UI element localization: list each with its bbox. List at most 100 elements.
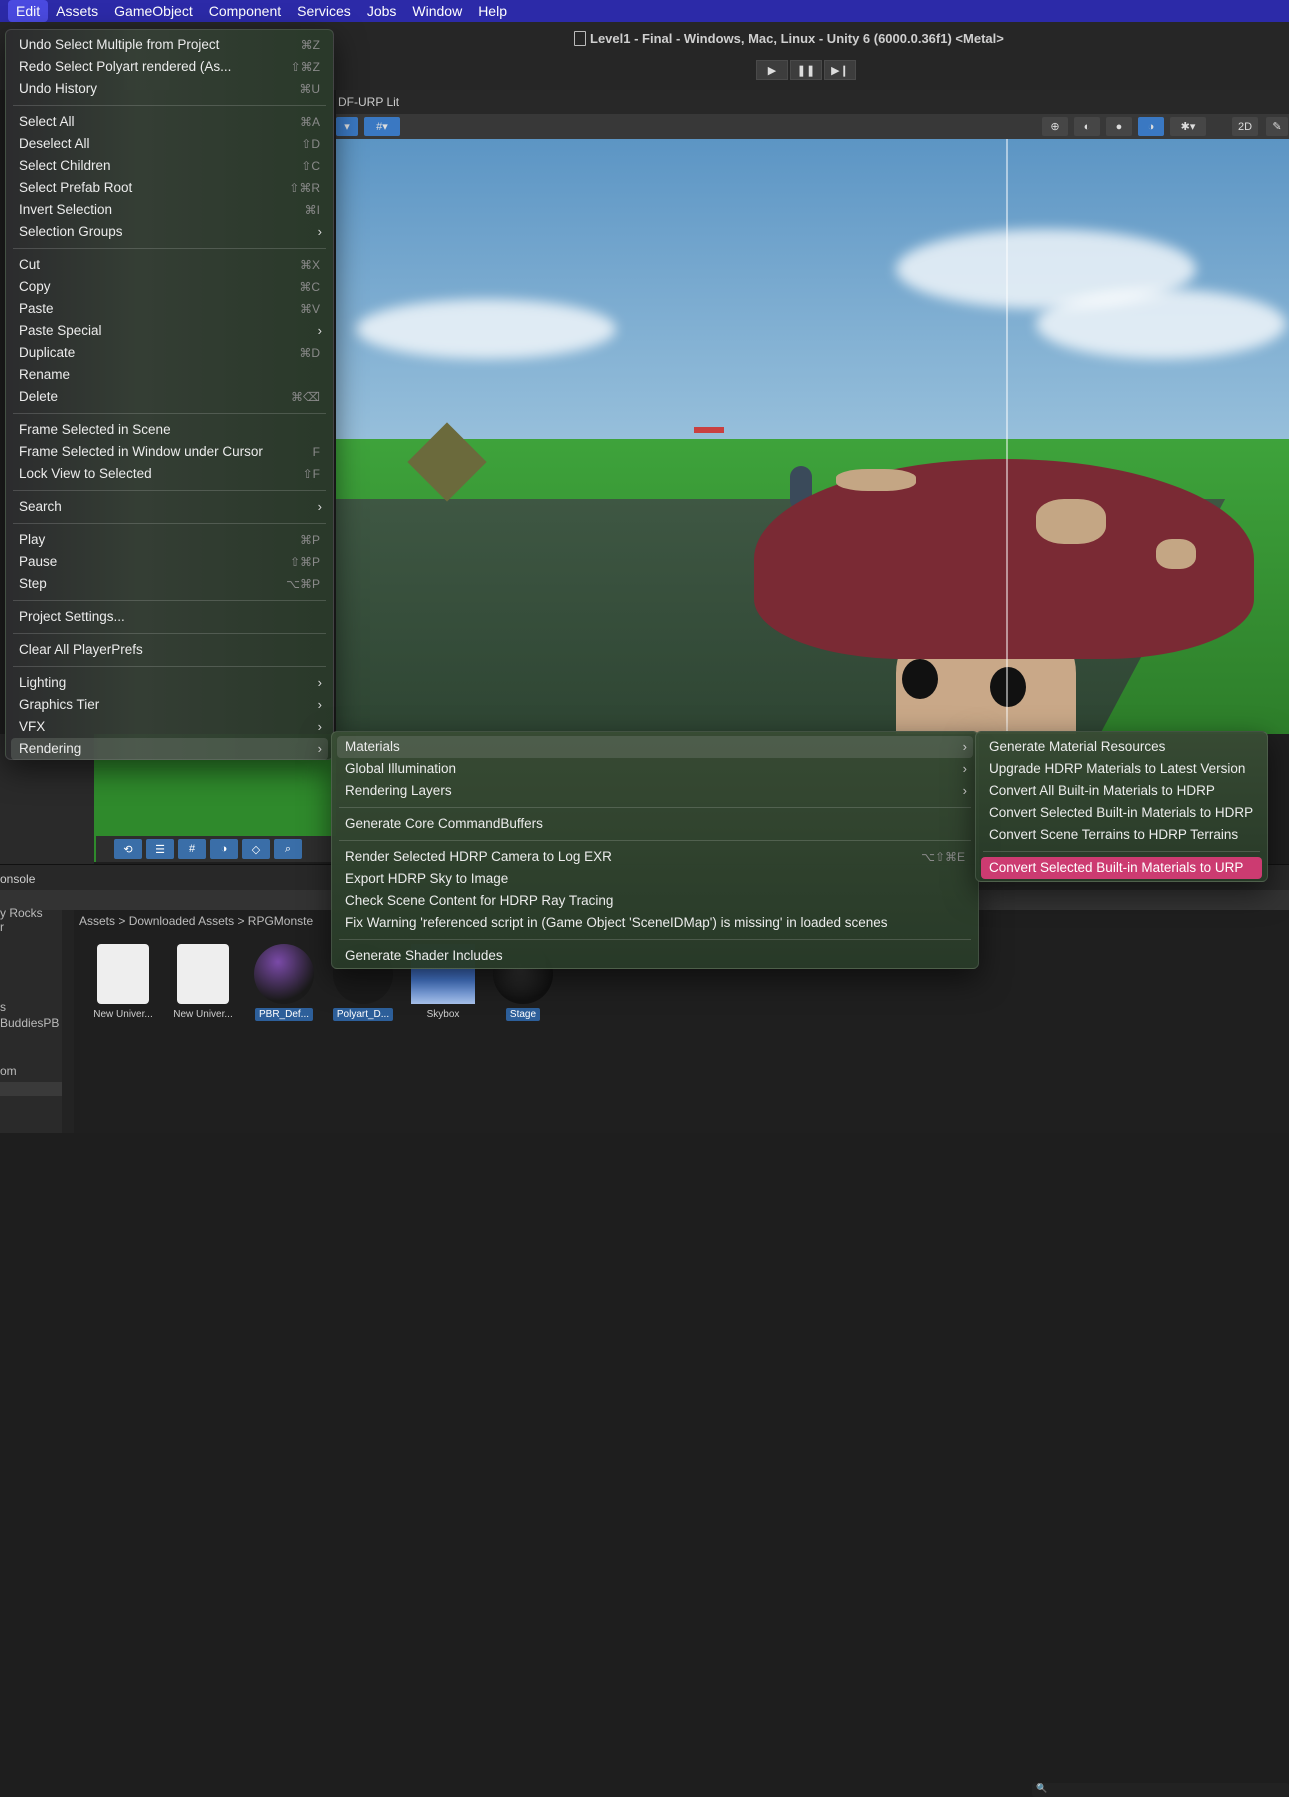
audio-toggle-icon[interactable]: 2D xyxy=(1232,117,1258,136)
menu-item-cut[interactable]: Cut ⌘X xyxy=(11,254,328,276)
menu-item-global-illumination[interactable]: Global Illumination › xyxy=(337,758,973,780)
gizmo-icon[interactable]: ⊕ xyxy=(1042,117,1068,136)
menu-item-select-all[interactable]: Select All ⌘A xyxy=(11,111,328,133)
asset-item[interactable]: New Univer... xyxy=(166,944,240,1021)
folder-item[interactable]: s xyxy=(0,1000,6,1014)
folder-item[interactable]: BuddiesPB xyxy=(0,1016,59,1030)
shading-solid-icon[interactable]: ● xyxy=(1106,117,1132,136)
menu-item-deselect-all[interactable]: Deselect All ⇧D xyxy=(11,133,328,155)
project-folder-tree: y Rocks r s BuddiesPB om xyxy=(0,906,62,1133)
menu-item-render-selected-hdrp-camera-to-log-exr[interactable]: Render Selected HDRP Camera to Log EXR ⌥⇧… xyxy=(337,846,973,868)
menu-item-generate-shader-includes[interactable]: Generate Shader Includes xyxy=(337,945,973,967)
menu-item-search[interactable]: Search › xyxy=(11,496,328,518)
menu-item-lighting[interactable]: Lighting › xyxy=(11,672,328,694)
menu-item-play[interactable]: Play ⌘P xyxy=(11,529,328,551)
menu-item-pause[interactable]: Pause ⇧⌘P xyxy=(11,551,328,573)
asset-item[interactable]: PBR_Def... xyxy=(247,944,321,1021)
menu-item-frame-selected-in-window-under-cursor[interactable]: Frame Selected in Window under Cursor F xyxy=(11,441,328,463)
menu-item-redo-select-polyart-rendered-as[interactable]: Redo Select Polyart rendered (As... ⇧⌘Z xyxy=(11,56,328,78)
view-options-icon[interactable]: ▾ xyxy=(336,117,358,136)
menubar-item-services[interactable]: Services xyxy=(289,0,359,22)
menu-item-graphics-tier[interactable]: Graphics Tier › xyxy=(11,694,328,716)
menu-item-copy[interactable]: Copy ⌘C xyxy=(11,276,328,298)
step-icon[interactable]: ▶❙ xyxy=(824,60,856,80)
menu-item-undo-select-multiple-from-project[interactable]: Undo Select Multiple from Project ⌘Z xyxy=(11,34,328,56)
menu-item-undo-history[interactable]: Undo History ⌘U xyxy=(11,78,328,100)
menu-item-export-hdrp-sky-to-image[interactable]: Export HDRP Sky to Image xyxy=(337,868,973,890)
menu-item-paste-special[interactable]: Paste Special › xyxy=(11,320,328,342)
menu-item-project-settings[interactable]: Project Settings... xyxy=(11,606,328,628)
menu-item-frame-selected-in-scene[interactable]: Frame Selected in Scene xyxy=(11,419,328,441)
folder-item[interactable]: om xyxy=(0,1064,17,1078)
menu-item-selection-groups[interactable]: Selection Groups › xyxy=(11,221,328,243)
menu-item-invert-selection[interactable]: Invert Selection ⌘I xyxy=(11,199,328,221)
menubar-item-component[interactable]: Component xyxy=(201,0,289,22)
asset-item[interactable]: New Univer... xyxy=(86,944,160,1021)
red-object[interactable] xyxy=(694,427,724,433)
chevron-right-icon: > xyxy=(118,914,129,928)
search-icon[interactable]: ⌕ xyxy=(274,839,302,859)
menubar-item-help[interactable]: Help xyxy=(470,0,515,22)
menu-item-materials[interactable]: Materials › xyxy=(337,736,973,758)
tool-icon[interactable]: ✎ xyxy=(1266,117,1288,136)
menu-shortcut: ⌘Z xyxy=(300,38,320,52)
menu-item-generate-material-resources[interactable]: Generate Material Resources xyxy=(981,736,1262,758)
breadcrumb-item[interactable]: Assets xyxy=(79,914,115,928)
menu-item-step[interactable]: Step ⌥⌘P xyxy=(11,573,328,595)
chevron-right-icon: › xyxy=(962,739,967,754)
menubar-item-gameobject[interactable]: GameObject xyxy=(106,0,201,22)
menu-item-convert-selected-built-in-materials-to-h[interactable]: Convert Selected Built-in Materials to H… xyxy=(981,802,1262,824)
menu-item-check-scene-content-for-hdrp-ray-tracing[interactable]: Check Scene Content for HDRP Ray Tracing xyxy=(337,890,973,912)
menu-item-duplicate[interactable]: Duplicate ⌘D xyxy=(11,342,328,364)
menu-item-generate-core-commandbuffers[interactable]: Generate Core CommandBuffers xyxy=(337,813,973,835)
project-scrollbar[interactable] xyxy=(62,910,74,1133)
menu-item-clear-all-playerprefs[interactable]: Clear All PlayerPrefs xyxy=(11,639,328,661)
menu-item-delete[interactable]: Delete ⌘⌫ xyxy=(11,386,328,408)
menu-item-label: Export HDRP Sky to Image xyxy=(345,871,509,886)
menu-item-upgrade-hdrp-materials-to-latest-version[interactable]: Upgrade HDRP Materials to Latest Version xyxy=(981,758,1262,780)
menu-item-select-prefab-root[interactable]: Select Prefab Root ⇧⌘R xyxy=(11,177,328,199)
console-tab[interactable]: onsole xyxy=(0,872,35,886)
menu-item-convert-selected-built-in-materials-to-u[interactable]: Convert Selected Built-in Materials to U… xyxy=(981,857,1262,879)
layers-icon[interactable]: ◇ xyxy=(242,839,270,859)
shading-lit-icon[interactable]: ◑ xyxy=(1138,117,1164,136)
menu-item-fix-warning-referenced-script-in-game-ob[interactable]: Fix Warning 'referenced script in (Game … xyxy=(337,912,973,934)
game-toolbar: ⟲ ☰ # ◑ ◇ ⌕ xyxy=(96,836,336,862)
settings-icon[interactable]: ☰ xyxy=(146,839,174,859)
menu-item-label: Paste Special xyxy=(19,323,102,338)
asset-label: Stage xyxy=(505,1008,541,1021)
menubar-item-assets[interactable]: Assets xyxy=(48,0,106,22)
menu-item-label: Invert Selection xyxy=(19,202,113,217)
asset-label: New Univer... xyxy=(93,1009,153,1020)
breadcrumb-item[interactable]: RPGMonste xyxy=(248,914,313,928)
shading-icon[interactable]: ◑ xyxy=(210,839,238,859)
grid-icon[interactable]: # xyxy=(178,839,206,859)
scene-view[interactable] xyxy=(336,139,1289,734)
menu-shortcut: ⌘C xyxy=(299,280,320,294)
folder-item-selected[interactable] xyxy=(0,1082,62,1096)
project-search-input[interactable]: 🔍 xyxy=(1032,1783,1289,1797)
menu-item-lock-view-to-selected[interactable]: Lock View to Selected ⇧F xyxy=(11,463,328,485)
menu-item-convert-all-built-in-materials-to-hdrp[interactable]: Convert All Built-in Materials to HDRP xyxy=(981,780,1262,802)
menu-item-select-children[interactable]: Select Children ⇧C xyxy=(11,155,328,177)
menu-item-rendering-layers[interactable]: Rendering Layers › xyxy=(337,780,973,802)
menubar-item-jobs[interactable]: Jobs xyxy=(359,0,405,22)
folder-item[interactable]: r xyxy=(0,920,4,934)
menu-item-vfx[interactable]: VFX › xyxy=(11,716,328,738)
breadcrumb-item[interactable]: Downloaded Assets xyxy=(129,914,234,928)
menubar-item-window[interactable]: Window xyxy=(404,0,470,22)
menu-shortcut: F xyxy=(312,445,320,459)
shading-wire-icon[interactable]: ◐ xyxy=(1074,117,1100,136)
scene-tab[interactable]: DF-URP Lit xyxy=(336,90,1289,114)
folder-item[interactable]: y Rocks xyxy=(0,906,43,920)
pause-icon[interactable]: ❚❚ xyxy=(790,60,822,80)
menu-item-rendering[interactable]: Rendering › xyxy=(11,738,328,760)
play-icon[interactable]: ▶ xyxy=(756,60,788,80)
menu-item-convert-scene-terrains-to-hdrp-terrains[interactable]: Convert Scene Terrains to HDRP Terrains xyxy=(981,824,1262,846)
menu-item-rename[interactable]: Rename xyxy=(11,364,328,386)
debug-icon[interactable]: ✱▾ xyxy=(1170,117,1206,136)
menubar-item-edit[interactable]: Edit xyxy=(8,0,49,22)
menu-item-paste[interactable]: Paste ⌘V xyxy=(11,298,328,320)
refresh-icon[interactable]: ⟲ xyxy=(114,839,142,859)
grid-snapping-icon[interactable]: #▾ xyxy=(364,117,400,136)
